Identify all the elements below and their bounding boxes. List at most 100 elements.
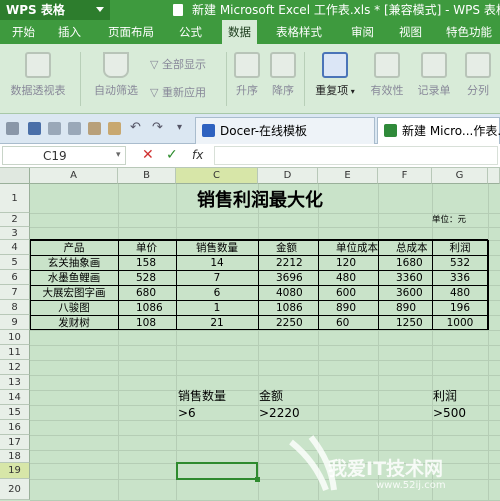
row-header[interactable]: 5 xyxy=(0,255,30,270)
folder-icon[interactable] xyxy=(6,122,19,135)
cancel-icon[interactable]: ✕ xyxy=(142,147,154,163)
menu-features[interactable]: 特色功能 xyxy=(440,20,498,44)
row-header[interactable]: 1 xyxy=(0,184,30,213)
table-cell[interactable]: 4080 xyxy=(258,286,318,300)
table-cell[interactable]: 480 xyxy=(432,286,488,300)
pivot-table-button[interactable]: 数据透视表 xyxy=(6,48,70,110)
table-cell[interactable]: 销售数量 xyxy=(176,241,258,255)
row-header[interactable]: 4 xyxy=(0,240,30,255)
table-cell[interactable]: 680 xyxy=(118,286,176,300)
column-header[interactable]: A xyxy=(30,168,118,184)
menu-insert[interactable]: 插入 xyxy=(52,20,87,44)
table-cell[interactable]: 196 xyxy=(432,301,488,315)
row-header[interactable]: 8 xyxy=(0,300,30,315)
cond-label-amount[interactable]: 金额 xyxy=(259,389,283,403)
table-cell[interactable]: 3600 xyxy=(378,286,432,300)
cond-label-profit[interactable]: 利润 xyxy=(433,389,457,403)
row-header[interactable]: 2 xyxy=(0,213,30,227)
table-cell[interactable]: 单价 xyxy=(118,241,176,255)
menu-home[interactable]: 开始 xyxy=(6,20,41,44)
show-all-button[interactable]: ▽ 全部显示 xyxy=(150,56,206,72)
column-header[interactable]: B xyxy=(118,168,176,184)
table-cell[interactable]: 发财树 xyxy=(30,316,118,330)
row-header[interactable]: 17 xyxy=(0,435,30,450)
column-header[interactable]: E xyxy=(318,168,378,184)
column-header[interactable]: C xyxy=(176,168,258,184)
table-cell[interactable]: 产品 xyxy=(30,241,118,255)
row-header[interactable]: 20 xyxy=(0,479,30,500)
cond-value-qty[interactable]: >6 xyxy=(178,406,196,420)
quick-access-dropdown-icon[interactable]: ▾ xyxy=(177,122,182,133)
table-cell[interactable]: 八骏图 xyxy=(30,301,118,315)
table-cell[interactable]: 水墨鱼鲤画 xyxy=(30,271,118,285)
row-header[interactable]: 15 xyxy=(0,405,30,420)
table-cell[interactable]: 1086 xyxy=(118,301,176,315)
fill-handle[interactable] xyxy=(255,477,260,482)
table-cell[interactable]: 单位成本 xyxy=(318,241,378,255)
undo-icon[interactable]: ↶ xyxy=(130,120,141,135)
menu-table-style[interactable]: 表格样式 xyxy=(270,20,328,44)
split-column-button[interactable]: 分列 xyxy=(458,48,498,110)
table-cell[interactable]: 7 xyxy=(176,271,258,285)
table-cell[interactable]: 利润 xyxy=(432,241,488,255)
row-header[interactable]: 3 xyxy=(0,227,30,240)
selected-cell-c19[interactable] xyxy=(176,462,258,480)
table-cell[interactable]: 528 xyxy=(118,271,176,285)
select-all-corner[interactable] xyxy=(0,168,30,184)
table-cell[interactable]: 21 xyxy=(176,316,258,330)
table-cell[interactable]: 890 xyxy=(318,301,378,315)
cond-label-qty[interactable]: 销售数量 xyxy=(178,389,226,403)
table-cell[interactable]: 总成本 xyxy=(378,241,432,255)
record-form-button[interactable]: 记录单 xyxy=(412,48,456,110)
row-header[interactable]: 19 xyxy=(0,463,30,479)
table-cell[interactable]: 14 xyxy=(176,256,258,270)
column-header[interactable]: D xyxy=(258,168,318,184)
row-header[interactable]: 14 xyxy=(0,390,30,405)
row-header[interactable]: 10 xyxy=(0,330,30,345)
menu-data[interactable]: 数据 xyxy=(222,20,257,44)
formula-input[interactable] xyxy=(214,146,498,165)
sort-descending-button[interactable]: 降序 xyxy=(266,48,300,110)
table-cell[interactable]: 60 xyxy=(318,316,378,330)
sort-ascending-button[interactable]: 升序 xyxy=(230,48,264,110)
tab-workbook[interactable]: 新建 Micro...作表.xls xyxy=(377,117,500,144)
sheet-title[interactable]: 销售利润最大化 xyxy=(160,186,360,212)
menu-page-layout[interactable]: 页面布局 xyxy=(102,20,160,44)
save-icon[interactable] xyxy=(28,122,41,135)
row-header[interactable]: 9 xyxy=(0,315,30,330)
table-cell[interactable]: 玄关抽象画 xyxy=(30,256,118,270)
name-box-dropdown-icon[interactable]: ▾ xyxy=(116,150,121,160)
print-icon[interactable] xyxy=(68,122,81,135)
fx-icon[interactable]: fx xyxy=(192,148,203,162)
confirm-icon[interactable]: ✓ xyxy=(166,147,178,163)
table-cell[interactable]: 1 xyxy=(176,301,258,315)
menu-view[interactable]: 视图 xyxy=(393,20,428,44)
table-cell[interactable]: 2250 xyxy=(258,316,318,330)
row-header[interactable]: 18 xyxy=(0,450,30,463)
row-header[interactable]: 6 xyxy=(0,270,30,285)
redo-icon[interactable]: ↷ xyxy=(152,120,163,135)
logo-dropdown-icon[interactable] xyxy=(96,7,104,12)
column-header[interactable]: G xyxy=(432,168,488,184)
row-header[interactable]: 11 xyxy=(0,345,30,360)
row-header[interactable]: 16 xyxy=(0,420,30,435)
row-header[interactable]: 13 xyxy=(0,375,30,390)
table-cell[interactable]: 890 xyxy=(378,301,432,315)
table-cell[interactable]: 1000 xyxy=(432,316,488,330)
paste-icon[interactable] xyxy=(108,122,121,135)
app-logo[interactable]: WPS 表格 xyxy=(0,0,110,20)
autofilter-button[interactable]: 自动筛选 xyxy=(88,48,144,110)
print-preview-icon[interactable] xyxy=(48,122,61,135)
menu-formula[interactable]: 公式 xyxy=(173,20,208,44)
table-cell[interactable]: 2212 xyxy=(258,256,318,270)
tab-docer[interactable]: Docer-在线模板 xyxy=(195,117,375,144)
row-header[interactable]: 7 xyxy=(0,285,30,300)
column-header[interactable]: F xyxy=(378,168,432,184)
table-cell[interactable]: 532 xyxy=(432,256,488,270)
table-cell[interactable]: 108 xyxy=(118,316,176,330)
duplicates-button[interactable]: 重复项 ▾ xyxy=(310,48,360,110)
table-cell[interactable]: 3696 xyxy=(258,271,318,285)
row-header[interactable]: 12 xyxy=(0,360,30,375)
table-cell[interactable]: 158 xyxy=(118,256,176,270)
table-cell[interactable]: 大展宏图字画 xyxy=(30,286,118,300)
